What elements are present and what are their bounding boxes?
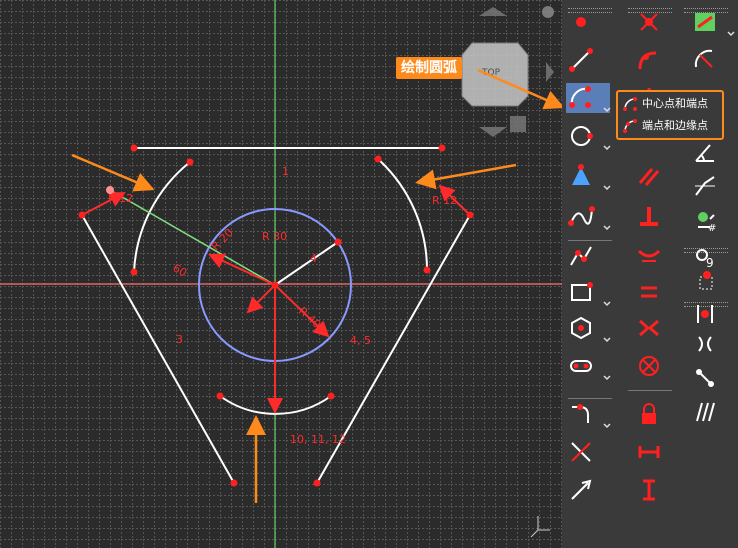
coincident-icon	[640, 13, 658, 31]
trim-icon	[571, 442, 591, 462]
chevron-down-icon[interactable]	[602, 416, 612, 429]
snell-button[interactable]	[690, 171, 720, 201]
point-on-object-icon	[638, 51, 657, 70]
lock-icon	[642, 403, 656, 424]
arc-center-item[interactable]: 中心点和端点	[620, 94, 720, 114]
dim-right-radius: R 12	[432, 194, 457, 207]
point-icon	[576, 17, 586, 27]
toggle-construction-icon	[695, 13, 715, 31]
select-redundant-button[interactable]	[690, 299, 720, 329]
line-icon	[569, 48, 593, 72]
slot-icon	[570, 360, 592, 372]
arc-3point-label: 端点和边缘点	[642, 119, 708, 132]
arc-icon	[569, 86, 591, 108]
angle-button[interactable]	[690, 137, 720, 167]
rectangle-button[interactable]	[566, 277, 596, 307]
tag-3: 3	[176, 333, 183, 346]
tag-4-5: 4, 5	[350, 334, 371, 347]
select-elements-button[interactable]	[690, 265, 720, 295]
perpendicular-icon	[640, 207, 658, 226]
dim-left-radius: R 12	[108, 192, 133, 205]
toolbar-separator	[628, 390, 672, 391]
chevron-down-icon[interactable]	[602, 178, 612, 191]
arc-mode-popup: 中心点和端点 端点和边缘点	[616, 90, 724, 140]
arc-3point-item[interactable]: 端点和边缘点	[620, 116, 720, 136]
sketch-svg[interactable]: TOP R 12 R 12 R 20 R 30 R 40 60 1 3 4 4,…	[0, 0, 562, 548]
symmetric-button[interactable]	[634, 313, 664, 343]
chevron-down-icon[interactable]	[602, 294, 612, 307]
fillet-button[interactable]	[566, 399, 596, 429]
select-h-axis-button[interactable]	[690, 397, 720, 427]
bspline-icon	[568, 206, 595, 226]
symmetric-icon	[639, 319, 659, 337]
chevron-down-icon[interactable]	[602, 218, 612, 231]
angle-icon	[695, 144, 714, 162]
bspline-button[interactable]	[566, 201, 596, 231]
slot-button[interactable]	[566, 351, 596, 381]
point-on-object-button[interactable]	[634, 45, 664, 75]
extend-icon	[571, 479, 592, 500]
arc-center-icon	[623, 97, 637, 111]
polyline-button[interactable]	[566, 241, 596, 271]
chevron-down-icon[interactable]	[602, 330, 612, 343]
polygon-button[interactable]	[566, 313, 596, 343]
select-origin-icon	[696, 369, 714, 387]
tangent-icon	[637, 249, 661, 262]
horizontal-distance-button[interactable]	[634, 437, 664, 467]
conic-icon	[572, 164, 590, 185]
line-button[interactable]	[566, 45, 596, 75]
polygon-icon	[571, 316, 591, 340]
parallel-button[interactable]	[634, 161, 664, 191]
draw-arc-callout: 绘制圆弧	[396, 57, 462, 79]
horizontal-distance-icon	[638, 446, 660, 458]
trim-button[interactable]	[566, 437, 596, 467]
equal-button[interactable]	[634, 277, 664, 307]
radius-button[interactable]	[690, 45, 720, 75]
radius-icon	[694, 49, 713, 68]
point-button[interactable]	[566, 7, 596, 37]
select-origin-button[interactable]	[690, 363, 720, 393]
tag-1: 1	[282, 165, 289, 178]
internal-alignment-icon: #	[698, 212, 716, 234]
select-conflicting-button[interactable]	[690, 329, 720, 359]
sketcher-window: TOP R 12 R 12 R 20 R 30 R 40 60 1 3 4 4,…	[0, 0, 738, 548]
tag-10-11-12: 10, 11, 12	[290, 433, 346, 446]
chevron-down-icon[interactable]	[726, 24, 736, 37]
block-button[interactable]	[634, 351, 664, 381]
chevron-down-icon[interactable]	[602, 368, 612, 381]
conic-button[interactable]	[566, 161, 596, 191]
internal-alignment-button[interactable]: #	[690, 205, 720, 235]
block-icon	[639, 356, 659, 376]
svg-text:#: #	[708, 223, 716, 234]
chevron-down-icon[interactable]	[602, 100, 612, 113]
select-elements-icon	[699, 271, 713, 290]
chevron-down-icon[interactable]	[602, 138, 612, 151]
coincident-button[interactable]	[634, 7, 664, 37]
circle-icon	[571, 126, 593, 146]
select-redundant-icon	[697, 305, 713, 323]
select-h-axis-icon	[696, 402, 715, 422]
sketch-canvas[interactable]: TOP R 12 R 12 R 20 R 30 R 40 60 1 3 4 4,…	[0, 0, 562, 548]
arc-3point-icon	[623, 119, 637, 133]
select-conflicting-icon	[698, 336, 712, 352]
vertical-distance-button[interactable]	[634, 475, 664, 505]
lock-button[interactable]	[634, 399, 664, 429]
rectangle-icon	[571, 282, 593, 301]
tag-4: 4	[310, 252, 317, 265]
equal-icon	[641, 286, 657, 298]
polyline-icon	[570, 246, 592, 266]
fillet-icon	[572, 404, 589, 423]
dim-r30: R 30	[262, 230, 287, 243]
parallel-icon	[638, 168, 660, 186]
snell-icon	[695, 176, 715, 196]
perpendicular-button[interactable]	[634, 201, 664, 231]
toggle-construction-button[interactable]	[690, 7, 720, 37]
circle-button[interactable]	[566, 121, 596, 151]
extend-button[interactable]	[566, 475, 596, 505]
arc-center-label: 中心点和端点	[642, 97, 708, 110]
tangent-button[interactable]	[634, 241, 664, 271]
vertical-distance-icon	[643, 479, 655, 501]
